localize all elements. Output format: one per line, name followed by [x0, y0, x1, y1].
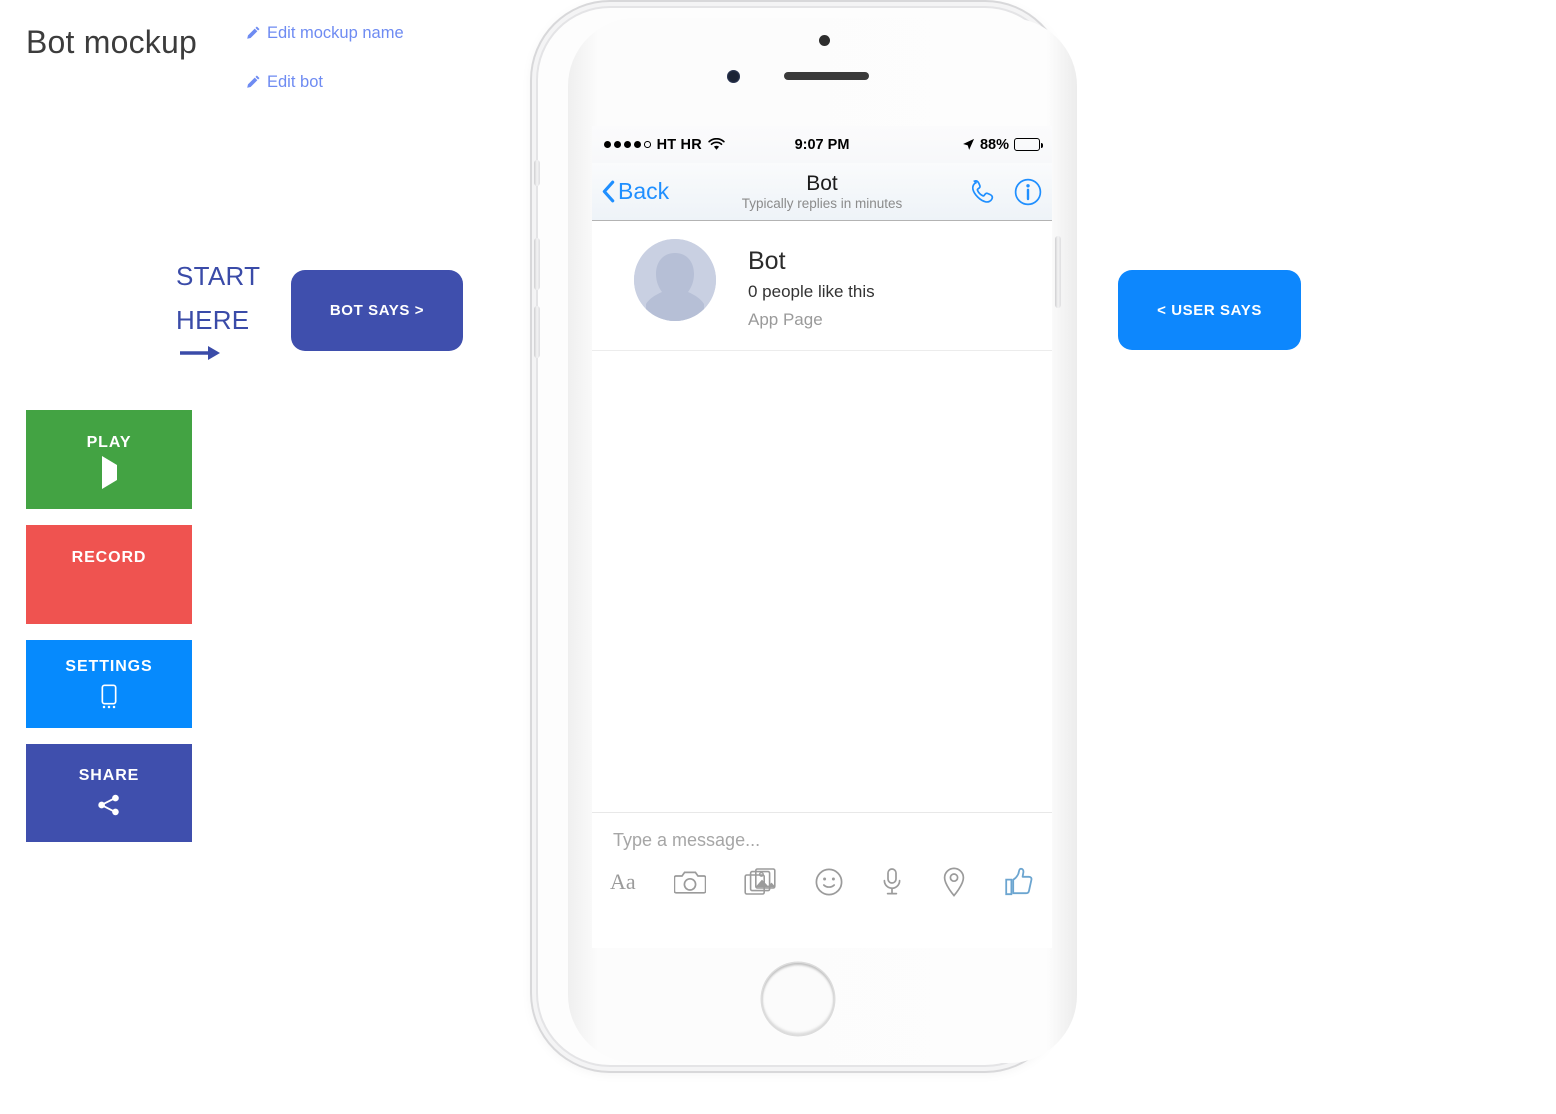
- phone-screen: HT HR 9:07 PM 88% Back Bot Typically rep…: [592, 126, 1052, 948]
- message-composer: Aa: [592, 812, 1052, 912]
- battery-icon: [1014, 138, 1044, 151]
- user-says-label: < USER SAYS: [1157, 301, 1262, 319]
- play-button[interactable]: PLAY: [26, 410, 192, 509]
- battery-percent-label: 88%: [979, 136, 1009, 153]
- phone-mockup: HT HR 9:07 PM 88% Back Bot Typically rep…: [513, 4, 1082, 1072]
- info-circle-icon[interactable]: [1014, 178, 1042, 206]
- status-bar: HT HR 9:07 PM 88%: [592, 126, 1052, 163]
- start-here-line-2: HERE: [176, 305, 250, 335]
- chat-message-thread: [592, 351, 1052, 812]
- back-button[interactable]: Back: [602, 178, 669, 205]
- record-button[interactable]: RECORD: [26, 525, 192, 624]
- edit-links-group: Edit mockup name Edit bot: [246, 22, 506, 120]
- power-button[interactable]: [1055, 236, 1061, 308]
- page-title: Bot mockup: [26, 24, 197, 60]
- share-label: SHARE: [78, 767, 140, 784]
- wifi-icon: [708, 137, 725, 151]
- bot-says-label: BOT SAYS >: [329, 302, 425, 319]
- bot-profile-name: Bot: [748, 247, 786, 275]
- bot-profile-text: Bot 0 people like this App Page: [748, 239, 875, 334]
- chevron-left-icon: [602, 180, 615, 203]
- phone-body: HT HR 9:07 PM 88% Back Bot Typically rep…: [534, 8, 1077, 1065]
- edit-mockup-name-link[interactable]: Edit mockup name: [246, 22, 506, 44]
- mute-switch-button[interactable]: [534, 160, 540, 186]
- bot-says-button[interactable]: BOT SAYS >: [291, 270, 463, 351]
- bot-profile-category: App Page: [748, 310, 823, 329]
- location-arrow-icon: [962, 138, 975, 151]
- text-format-icon[interactable]: Aa: [610, 869, 636, 895]
- emoji-smiley-icon[interactable]: [815, 868, 843, 896]
- signal-strength-icon: [604, 141, 651, 148]
- home-button[interactable]: [762, 963, 834, 1035]
- status-bar-right: 88%: [962, 136, 1044, 153]
- edit-mockup-name-label: Edit mockup name: [267, 24, 404, 42]
- start-here-annotation: START HERE: [176, 254, 286, 342]
- pencil-icon: [246, 73, 261, 88]
- carrier-label: HT HR: [656, 136, 702, 153]
- microphone-icon[interactable]: [881, 867, 903, 897]
- arrow-right-icon: [178, 342, 222, 364]
- proximity-sensor-icon: [819, 35, 830, 46]
- bot-profile-card: Bot 0 people like this App Page: [592, 221, 1052, 351]
- phone-handset-icon[interactable]: [968, 178, 996, 206]
- volume-down-button[interactable]: [534, 306, 540, 358]
- chat-nav-actions: [968, 178, 1042, 206]
- volume-up-button[interactable]: [534, 238, 540, 290]
- user-says-button[interactable]: < USER SAYS: [1118, 270, 1301, 350]
- bot-profile-likes: 0 people like this: [748, 282, 875, 301]
- settings-label: SETTINGS: [65, 658, 153, 675]
- camera-icon[interactable]: [673, 869, 707, 895]
- play-label: PLAY: [86, 433, 132, 451]
- edit-bot-label: Edit bot: [267, 73, 323, 91]
- photo-gallery-icon[interactable]: [744, 868, 777, 896]
- settings-button[interactable]: SETTINGS: [26, 640, 192, 728]
- status-bar-left: HT HR: [604, 137, 725, 153]
- mobile-phone-icon: [99, 684, 119, 710]
- message-input[interactable]: [592, 813, 1052, 861]
- front-camera-icon: [727, 70, 740, 83]
- location-pin-icon[interactable]: [942, 867, 966, 897]
- composer-icon-row: Aa: [592, 861, 1052, 897]
- pencil-icon: [246, 24, 261, 39]
- edit-bot-link[interactable]: Edit bot: [246, 71, 506, 93]
- start-here-line-1: START: [176, 261, 261, 291]
- record-label: RECORD: [71, 548, 147, 566]
- user-silhouette-avatar: [634, 239, 716, 321]
- share-button[interactable]: SHARE: [26, 744, 192, 842]
- thumbs-up-icon[interactable]: [1004, 867, 1034, 897]
- chat-navbar: Back Bot Typically replies in minutes: [592, 163, 1052, 221]
- share-nodes-icon: [97, 793, 121, 819]
- back-label: Back: [618, 178, 670, 204]
- play-triangle-icon: [101, 455, 117, 489]
- earpiece-speaker-icon: [784, 72, 869, 80]
